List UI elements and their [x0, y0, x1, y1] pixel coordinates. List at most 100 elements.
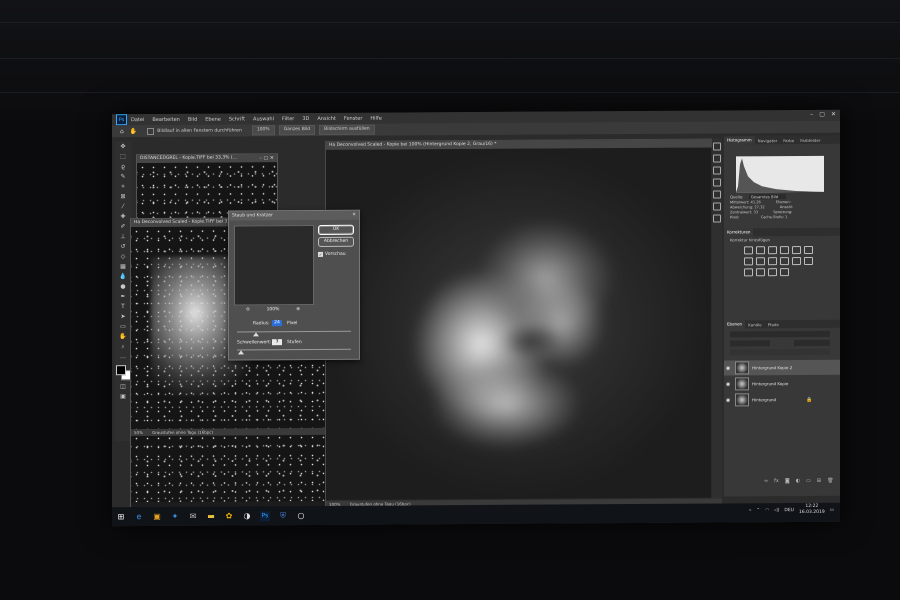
posterize-icon[interactable]	[744, 268, 753, 277]
photoshop-taskbar-icon[interactable]: Ps	[260, 510, 270, 521]
color-balance-icon[interactable]	[744, 257, 753, 266]
tab-channels[interactable]: Kanäle	[745, 322, 765, 327]
type-tool-icon[interactable]: T	[119, 303, 127, 311]
lock-row[interactable]	[730, 348, 830, 356]
path-selection-tool-icon[interactable]: ➤	[119, 313, 127, 321]
scroll-all-windows-checkbox[interactable]	[147, 127, 155, 135]
windows-start-icon[interactable]: ⊞	[116, 512, 126, 522]
invert-icon[interactable]	[804, 256, 813, 265]
curves-icon[interactable]	[768, 246, 777, 255]
minimize-icon[interactable]: –	[810, 111, 813, 118]
threshold-slider-knob[interactable]	[238, 350, 244, 355]
tab-paths[interactable]: Pfade	[765, 322, 782, 327]
delete-layer-icon[interactable]: 🗑	[827, 478, 833, 484]
menu-hilfe[interactable]: Hilfe	[370, 115, 381, 121]
threshold-input[interactable]: 3	[272, 339, 282, 346]
layer-style-icon[interactable]: fx	[774, 478, 779, 484]
tab-swatches[interactable]: Farbfelder	[797, 137, 823, 142]
brush-panel-icon[interactable]	[713, 202, 721, 211]
fit-screen-button[interactable]: Ganzes Bild	[278, 124, 316, 136]
foreground-color-swatch[interactable]	[116, 365, 126, 376]
radius-slider-knob[interactable]	[253, 332, 259, 337]
volume-icon[interactable]: ◁)	[774, 508, 779, 513]
color-lookup-icon[interactable]	[792, 257, 801, 266]
store-icon[interactable]: ▣	[152, 511, 162, 521]
app-icon[interactable]: ◑	[242, 511, 252, 521]
mail-icon[interactable]: ✉	[188, 511, 198, 521]
add-mask-icon[interactable]: ◙	[785, 478, 790, 484]
clone-stamp-tool-icon[interactable]: ⊥	[119, 233, 127, 241]
app-icon[interactable]: ○	[296, 511, 306, 521]
edge-browser-icon[interactable]: e	[134, 512, 144, 522]
photo-filter-icon[interactable]	[768, 257, 777, 266]
preview-option[interactable]: ✓ Vorschau	[318, 252, 346, 257]
hue-saturation-icon[interactable]	[804, 245, 813, 254]
source-value[interactable]: Gesamtes Bild	[748, 194, 787, 200]
marquee-tool-icon[interactable]: ⬚	[119, 153, 127, 161]
history-brush-tool-icon[interactable]: ↺	[119, 243, 127, 251]
tab-histogram[interactable]: Histogramm	[724, 136, 755, 145]
network-icon[interactable]: ⌁	[749, 508, 752, 513]
cancel-button[interactable]: Abbrechen	[318, 236, 354, 247]
black-white-icon[interactable]	[756, 257, 765, 266]
link-layers-icon[interactable]: ∞	[764, 478, 768, 484]
crop-tool-icon[interactable]: ⌗	[119, 183, 127, 191]
screen-mode-icon[interactable]: ▣	[119, 393, 127, 401]
gradient-tool-icon[interactable]: ▦	[119, 263, 127, 271]
menu-bearbeiten[interactable]: Bearbeiten	[152, 116, 179, 122]
menu-schrift[interactable]: Schrift	[229, 116, 245, 122]
shape-tool-icon[interactable]: ▭	[119, 323, 127, 331]
threshold-slider-track[interactable]	[237, 348, 351, 351]
threshold-icon[interactable]	[756, 268, 765, 277]
menu-ansicht[interactable]: Ansicht	[317, 115, 335, 121]
fill-screen-button[interactable]: Bildschirm ausfüllen	[319, 124, 375, 135]
properties-panel-icon[interactable]	[713, 154, 721, 163]
app-icon[interactable]: ✿	[224, 511, 234, 521]
eye-icon[interactable]: ◉	[724, 365, 732, 371]
zoom-100-button[interactable]: 100%	[251, 125, 275, 136]
chevron-up-icon[interactable]: ⌃	[756, 508, 760, 513]
tab-layers[interactable]: Ebenen	[724, 320, 746, 329]
new-layer-icon[interactable]: ⊞	[817, 478, 821, 484]
maximize-icon[interactable]: ▢	[819, 111, 825, 118]
home-icon[interactable]: ⌂	[120, 128, 124, 135]
new-group-icon[interactable]: ▭	[806, 478, 811, 484]
quick-mask-icon[interactable]: ◫	[119, 383, 127, 391]
channel-mixer-icon[interactable]	[780, 257, 789, 266]
histogram-source[interactable]: Quelle: Gesamtes Bild	[730, 194, 787, 200]
healing-brush-tool-icon[interactable]: ✚	[119, 213, 127, 221]
zoom-tool-icon[interactable]: ⌕	[119, 343, 127, 351]
edit-toolbar-icon[interactable]: …	[119, 353, 127, 361]
menu-fenster[interactable]: Fenster	[344, 115, 363, 121]
character-panel-icon[interactable]	[713, 178, 721, 187]
ok-button[interactable]: OK	[318, 224, 354, 235]
eye-icon[interactable]: ◉	[724, 381, 732, 387]
keyboard-language[interactable]: DEU	[784, 508, 794, 513]
layer-row[interactable]: ◉ Hintergrund 🔒	[724, 392, 840, 408]
close-icon[interactable]: ✕	[831, 111, 836, 118]
document-window-controls[interactable]: – ▢ ✕	[259, 154, 274, 162]
paragraph-panel-icon[interactable]	[713, 190, 721, 199]
eraser-tool-icon[interactable]: ◇	[119, 253, 127, 261]
menu-datei[interactable]: Datei	[131, 117, 144, 123]
selective-color-icon[interactable]	[780, 268, 789, 277]
move-tool-icon[interactable]: ✥	[119, 143, 127, 151]
tab-color[interactable]: Farbe	[780, 138, 797, 143]
blend-mode-select[interactable]	[730, 340, 770, 347]
levels-icon[interactable]	[756, 246, 765, 255]
quick-select-tool-icon[interactable]: ✎	[119, 173, 127, 181]
close-icon[interactable]: ✕	[352, 211, 356, 220]
adjustment-layer-icon[interactable]: ◐	[796, 478, 800, 484]
opacity-field[interactable]	[794, 339, 830, 347]
brightness-icon[interactable]	[744, 246, 753, 255]
notifications-icon[interactable]: ▭	[830, 507, 834, 512]
history-panel-icon[interactable]	[713, 142, 721, 151]
pen-tool-icon[interactable]: ✒	[119, 293, 127, 301]
lasso-tool-icon[interactable]: ϱ	[119, 163, 127, 171]
tab-adjustments[interactable]: Korrekturen	[724, 228, 754, 237]
wifi-icon[interactable]: ◠	[765, 508, 769, 513]
actions-panel-icon[interactable]	[713, 214, 721, 223]
menu-filter[interactable]: Filter	[282, 116, 294, 122]
menu-bild[interactable]: Bild	[188, 116, 197, 122]
file-explorer-icon[interactable]: ▬	[206, 511, 216, 521]
